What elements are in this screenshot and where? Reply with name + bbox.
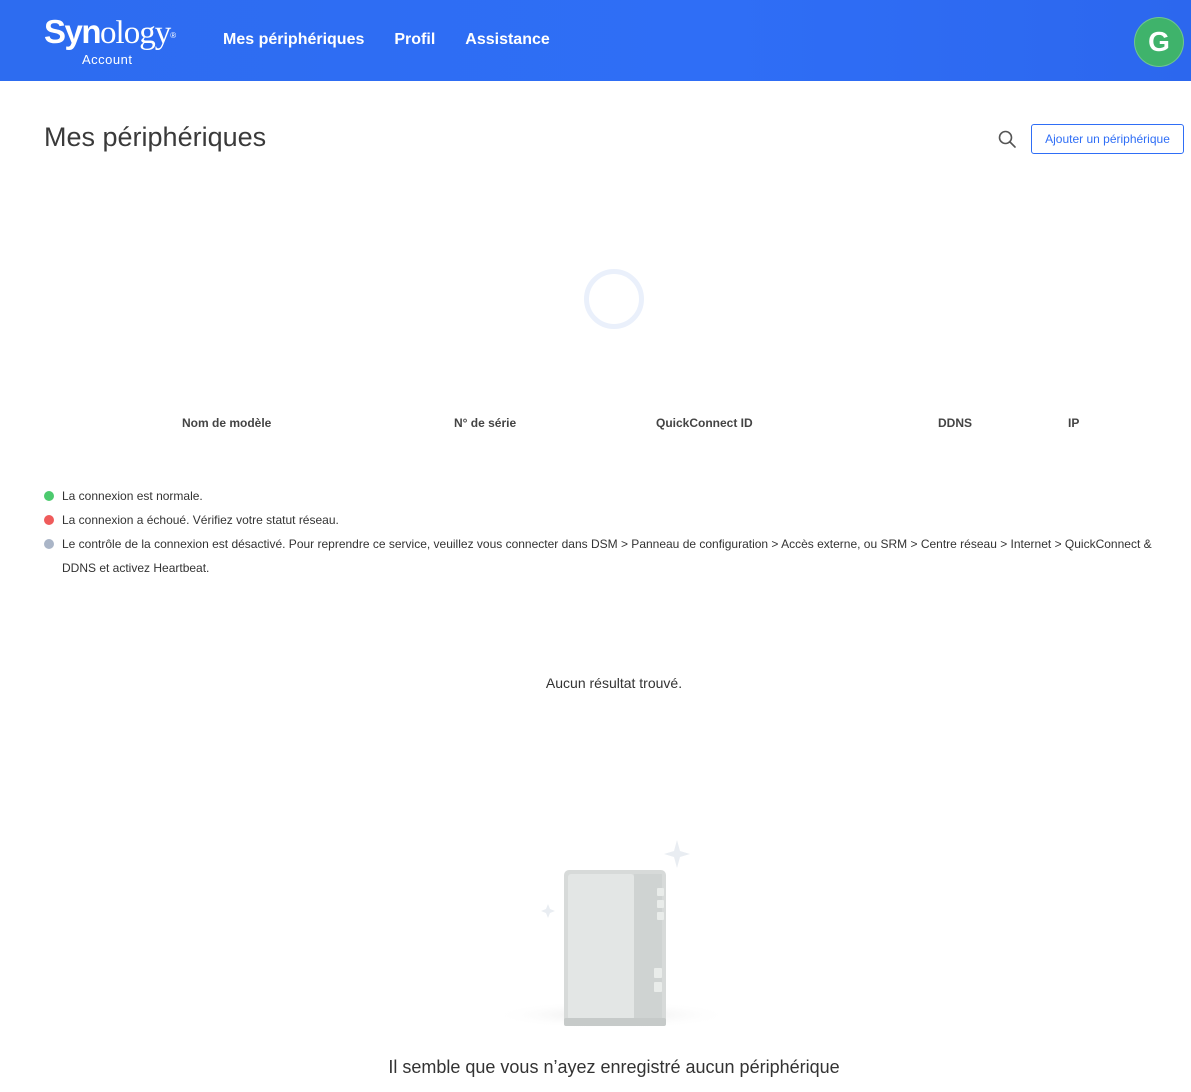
search-icon[interactable] — [997, 129, 1017, 149]
logo-subtitle: Account — [82, 52, 133, 67]
nav-item-my-devices[interactable]: Mes périphériques — [223, 31, 364, 49]
user-avatar[interactable]: G — [1134, 17, 1184, 67]
logo-wordmark: Synology® — [44, 13, 176, 52]
legend-item-failed: La connexion a échoué. Vérifiez votre st… — [44, 508, 1184, 532]
status-dot-green-icon — [44, 491, 54, 501]
column-header-ddns[interactable]: DDNS — [938, 416, 972, 430]
nav-item-profile[interactable]: Profil — [394, 31, 435, 49]
logo-text-bold: Syn — [44, 13, 102, 50]
legend-text-failed: La connexion a échoué. Vérifiez votre st… — [62, 513, 339, 527]
no-results-message: Aucun résultat trouvé. — [545, 675, 683, 691]
page-title: Mes périphériques — [44, 122, 267, 152]
logo-text-light: ology — [100, 15, 171, 51]
legend-item-disabled: Le contrôle de la connexion est désactiv… — [44, 532, 1184, 580]
connection-status-legend: La connexion est normale. La connexion a… — [44, 484, 1184, 580]
legend-item-normal: La connexion est normale. — [44, 484, 1184, 508]
main-nav: Mes périphériques Profil Assistance — [223, 31, 550, 49]
synology-account-logo[interactable]: Synology® Account — [44, 14, 184, 70]
column-header-model-name[interactable]: Nom de modèle — [182, 416, 271, 430]
nas-device-icon — [492, 840, 732, 1029]
column-header-quickconnect-id[interactable]: QuickConnect ID — [656, 416, 753, 430]
nav-item-support[interactable]: Assistance — [465, 31, 550, 49]
column-header-serial-number[interactable]: N° de série — [454, 416, 516, 430]
add-device-button[interactable]: Ajouter un périphérique — [1031, 124, 1184, 154]
top-navigation-bar: Synology® Account Mes périphériques Prof… — [0, 0, 1191, 81]
column-header-ip[interactable]: IP — [1068, 416, 1079, 430]
loading-spinner-icon — [584, 269, 644, 329]
status-dot-gray-icon — [44, 539, 54, 549]
empty-state-title: Il semble que vous n’ayez enregistré auc… — [388, 1057, 840, 1077]
status-dot-red-icon — [44, 515, 54, 525]
legend-text-normal: La connexion est normale. — [62, 489, 203, 503]
legend-text-disabled: Le contrôle de la connexion est désactiv… — [62, 537, 1152, 575]
logo-registered-mark: ® — [170, 31, 176, 40]
